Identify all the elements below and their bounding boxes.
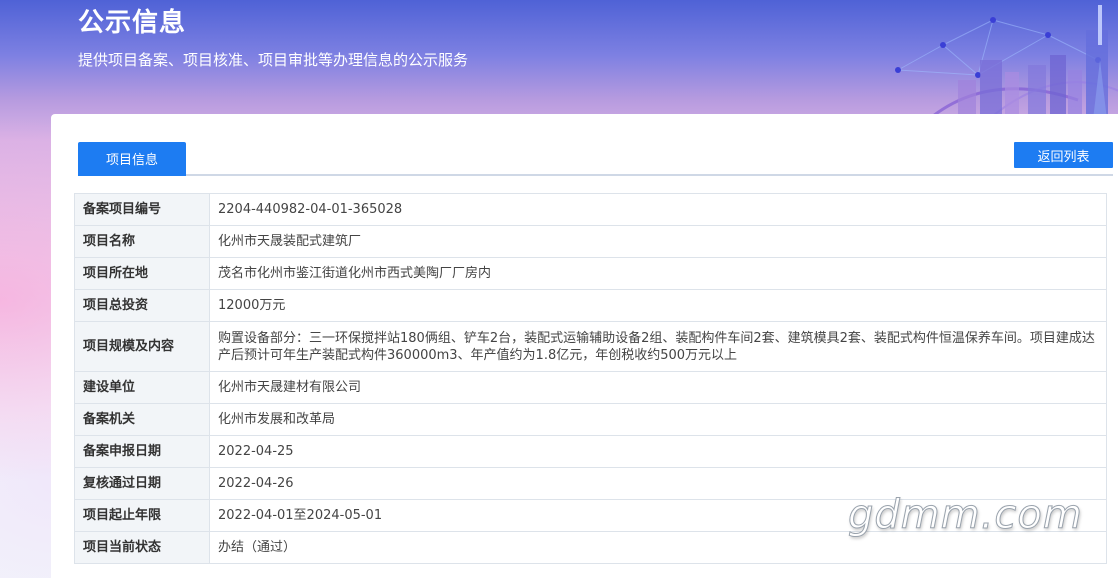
table-row: 项目规模及内容 购置设备部分：三一环保搅拌站180俩组、铲车2台，装配式运输辅助… [74,321,1107,372]
row-value: 12000万元 [209,289,1107,322]
table-row: 建设单位 化州市天晟建材有限公司 [74,371,1107,404]
row-label: 项目当前状态 [74,531,210,564]
table-row: 备案机关 化州市发展和改革局 [74,403,1107,436]
row-label: 备案申报日期 [74,435,210,468]
tab-underline [78,174,1113,176]
row-label: 项目所在地 [74,257,210,290]
row-value: 化州市天晟装配式建筑厂 [209,225,1107,258]
page-subtitle: 提供项目备案、项目核准、项目审批等办理信息的公示服务 [78,51,469,69]
row-label: 项目起止年限 [74,499,210,532]
row-label: 项目规模及内容 [74,321,210,372]
back-to-list-button[interactable]: 返回列表 [1014,142,1113,168]
row-value: 化州市天晟建材有限公司 [209,371,1107,404]
table-row: 项目名称 化州市天晟装配式建筑厂 [74,225,1107,258]
row-label: 复核通过日期 [74,467,210,500]
tab-project-info[interactable]: 项目信息 [78,142,186,174]
row-label: 项目总投资 [74,289,210,322]
row-value: 化州市发展和改革局 [209,403,1107,436]
table-row: 备案项目编号 2204-440982-04-01-365028 [74,193,1107,226]
row-label: 建设单位 [74,371,210,404]
table-row: 项目总投资 12000万元 [74,289,1107,322]
tab-active-indicator [78,174,186,176]
city-skyline-illustration [895,5,1118,120]
page-title: 公示信息 [78,8,187,38]
row-value: 2022-04-25 [209,435,1107,468]
table-row: 备案申报日期 2022-04-25 [74,435,1107,468]
row-value: 茂名市化州市鉴江街道化州市西式美陶厂厂房内 [209,257,1107,290]
row-label: 备案机关 [74,403,210,436]
watermark: gdmm.com [848,492,1083,539]
row-label: 备案项目编号 [74,193,210,226]
table-row: 项目所在地 茂名市化州市鉴江街道化州市西式美陶厂厂房内 [74,257,1107,290]
row-label: 项目名称 [74,225,210,258]
row-value: 2204-440982-04-01-365028 [209,193,1107,226]
row-value: 购置设备部分：三一环保搅拌站180俩组、铲车2台，装配式运输辅助设备2组、装配构… [209,321,1107,372]
